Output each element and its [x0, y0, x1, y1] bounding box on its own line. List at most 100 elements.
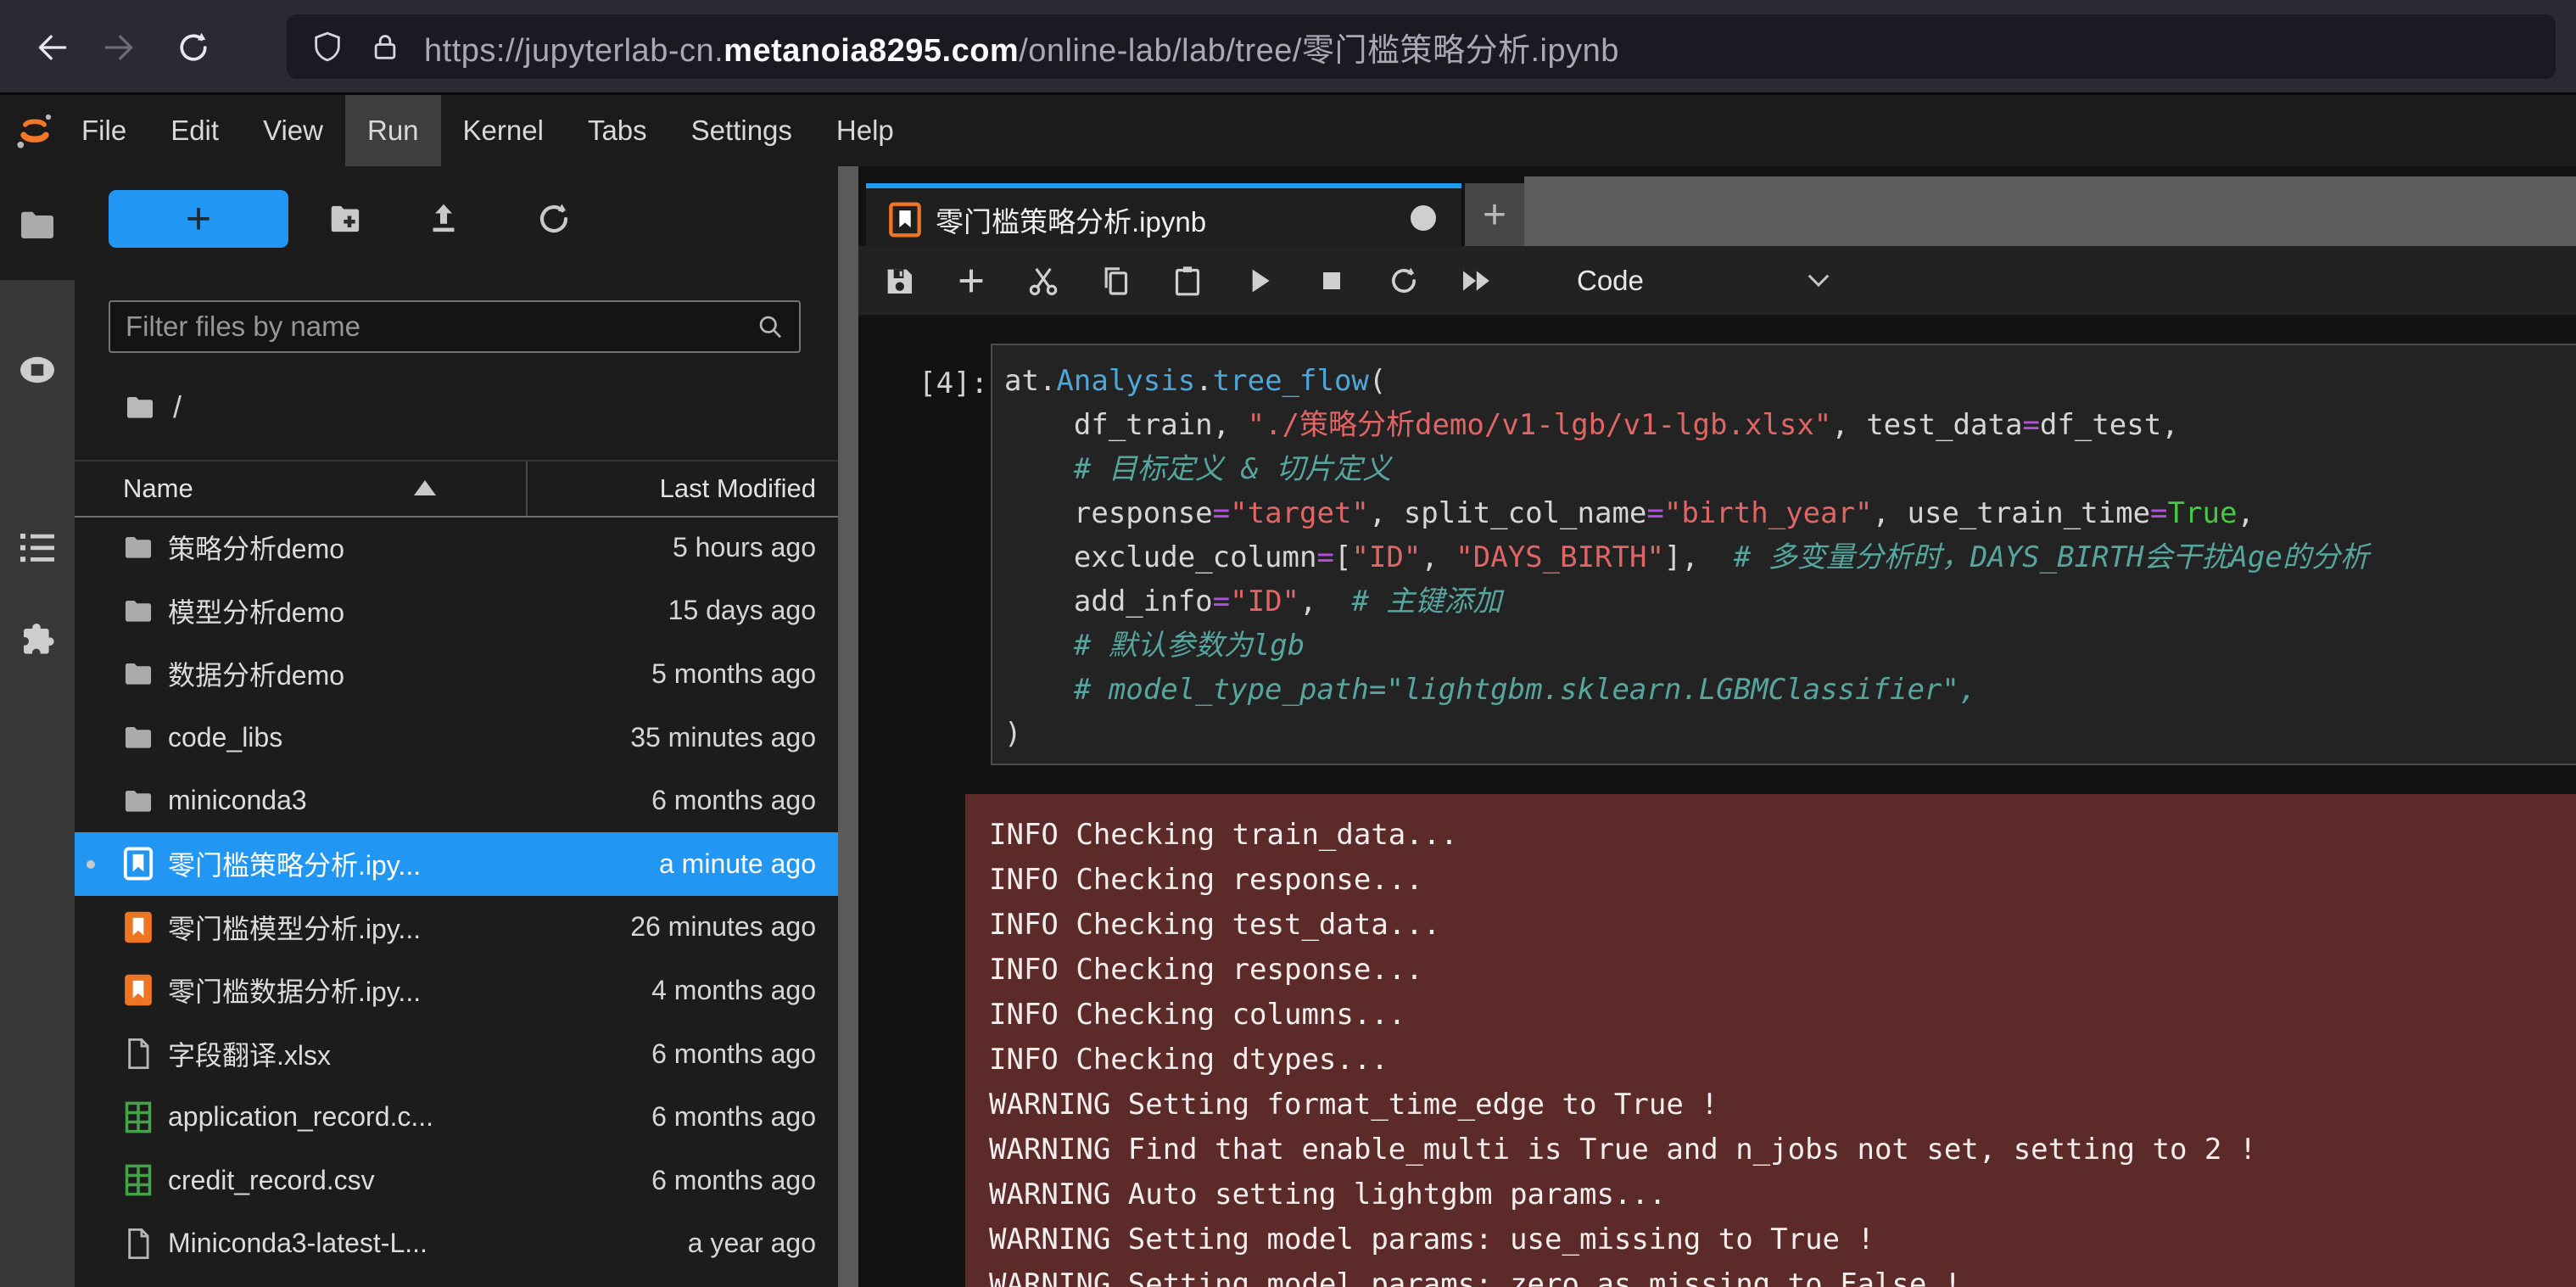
sidebar-tab-extensions[interactable] — [0, 603, 75, 678]
code-line: response="target", split_col_name="birth… — [1004, 491, 2576, 535]
paste-button[interactable] — [1164, 257, 1211, 305]
chevron-down-icon — [1806, 272, 1831, 289]
notebook-tab[interactable]: 零门槛策略分析.ipynb — [866, 183, 1461, 251]
folder-icon — [122, 656, 154, 691]
restart-button[interactable] — [1380, 257, 1428, 305]
puzzle-icon — [17, 620, 58, 661]
sidebar-tab-table-of-contents[interactable] — [0, 510, 75, 585]
tab-dirty-indicator[interactable] — [1411, 205, 1436, 231]
lock-icon[interactable] — [368, 30, 402, 64]
folder-icon — [122, 529, 154, 565]
file-modified: 26 minutes ago — [630, 911, 816, 943]
file-row[interactable]: application_record.c... 6 months ago — [75, 1085, 838, 1149]
code-line: add_info="ID", # 主键添加 — [1004, 579, 2576, 624]
url-domain: metanoia8295.com — [724, 33, 1019, 69]
csv-icon — [122, 1162, 154, 1198]
copy-button[interactable] — [1092, 257, 1139, 305]
code-line: df_train, "./策略分析demo/v1-lgb/v1-lgb.xlsx… — [1004, 403, 2576, 447]
file-modified: a minute ago — [659, 848, 816, 880]
sidebar-tab-running-sessions[interactable] — [0, 333, 75, 407]
file-name: Miniconda3-latest-L... — [168, 1228, 427, 1259]
shield-icon[interactable] — [310, 30, 344, 64]
menu-item-file[interactable]: File — [59, 95, 148, 166]
forward-icon[interactable] — [95, 24, 142, 71]
file-row[interactable]: 零门槛策略分析.ipy... a minute ago — [75, 832, 838, 896]
file-name: 数据分析demo — [168, 654, 344, 693]
output-line: INFO Checking response... — [989, 948, 2576, 993]
menu-item-tabs[interactable]: Tabs — [566, 95, 669, 166]
output-line: WARNING Find that enable_multi is True a… — [989, 1128, 2576, 1172]
refresh-button[interactable] — [530, 195, 578, 243]
code-line: exclude_column=["ID", "DAYS_BIRTH"], # 多… — [1004, 535, 2576, 579]
file-browser-panel: + / Name Last Modified 策略分析demo5 hours a… — [75, 166, 838, 1287]
running-icon — [17, 350, 58, 390]
interrupt-button[interactable] — [1308, 257, 1355, 305]
doc-icon — [122, 1226, 154, 1262]
jupyter-logo-icon — [10, 95, 59, 166]
panel-splitter[interactable] — [838, 166, 858, 1287]
file-modified: a year ago — [688, 1228, 816, 1259]
url-bar[interactable]: https://jupyterlab-cn.metanoia8295.com/o… — [287, 14, 2556, 79]
file-list-header: Name Last Modified — [75, 460, 838, 518]
file-modified: 4 months ago — [651, 975, 816, 1006]
output-line: WARNING Setting model params: use_missin… — [989, 1217, 2576, 1262]
cell-type-select[interactable]: Code — [1577, 265, 1831, 297]
save-button[interactable] — [875, 257, 923, 305]
menu-item-settings[interactable]: Settings — [669, 95, 814, 166]
output-line: INFO Checking train_data... — [989, 813, 2576, 858]
file-row[interactable]: 零门槛数据分析.ipy...4 months ago — [75, 959, 838, 1022]
file-row[interactable]: miniconda36 months ago — [75, 769, 838, 832]
file-row[interactable]: 模型分析demo15 days ago — [75, 579, 838, 643]
insert-cell-button[interactable] — [947, 257, 995, 305]
output-line: INFO Checking dtypes... — [989, 1038, 2576, 1083]
cell-prompt: [4]: — [858, 367, 988, 400]
restart-run-all-button[interactable] — [1452, 257, 1500, 305]
reload-icon[interactable] — [170, 24, 217, 71]
notebook-icon — [888, 201, 922, 238]
code-cell-editor[interactable]: at.Analysis.tree_flow( df_train, "./策略分析… — [991, 344, 2576, 765]
new-launcher-button[interactable]: + — [109, 190, 288, 248]
file-row[interactable]: Miniconda3-latest-L... a year ago — [75, 1212, 838, 1276]
run-button[interactable] — [1236, 257, 1283, 305]
file-row[interactable]: 字段翻译.xlsx6 months ago — [75, 1022, 838, 1086]
menu-item-edit[interactable]: Edit — [148, 95, 241, 166]
notebook-icon — [122, 909, 154, 945]
new-tab-button[interactable]: + — [1465, 183, 1524, 246]
file-row[interactable]: 零门槛模型分析.ipy...26 minutes ago — [75, 896, 838, 960]
notebook-toolbar: Code — [858, 246, 2576, 317]
file-modified: 6 months ago — [651, 1101, 816, 1133]
file-name: miniconda3 — [168, 785, 307, 816]
filter-files-input[interactable] — [110, 310, 755, 344]
breadcrumb-root[interactable]: / — [173, 389, 182, 425]
column-last-modified[interactable]: Last Modified — [660, 473, 816, 504]
output-line: INFO Checking columns... — [989, 993, 2576, 1038]
search-icon — [755, 311, 785, 342]
file-name: 字段翻译.xlsx — [168, 1034, 331, 1073]
sort-asc-icon[interactable] — [414, 480, 436, 495]
back-icon[interactable] — [29, 24, 76, 71]
file-row[interactable]: 策略分析demo5 hours ago — [75, 516, 838, 579]
output-line: INFO Checking response... — [989, 858, 2576, 903]
menu-item-view[interactable]: View — [241, 95, 345, 166]
file-row[interactable]: 数据分析demo5 months ago — [75, 642, 838, 706]
folder-icon — [122, 719, 154, 755]
file-name: application_record.c... — [168, 1101, 433, 1133]
file-name: 策略分析demo — [168, 528, 344, 567]
cut-button[interactable] — [1020, 257, 1067, 305]
file-row[interactable]: code_libs35 minutes ago — [75, 706, 838, 769]
screen: https://jupyterlab-cn.metanoia8295.com/o… — [0, 0, 2576, 1287]
upload-button[interactable] — [420, 195, 467, 243]
main-dock: 零门槛策略分析.ipynb + Code [4]: at.Analysis.tr… — [858, 166, 2576, 1287]
file-name: 零门槛策略分析.ipy... — [168, 844, 421, 883]
menu-item-help[interactable]: Help — [814, 95, 916, 166]
new-folder-button[interactable] — [322, 195, 370, 243]
breadcrumb[interactable]: / — [124, 389, 182, 426]
code-line: at.Analysis.tree_flow( — [1004, 359, 2576, 403]
column-name[interactable]: Name — [123, 473, 193, 504]
notebook-icon — [122, 846, 154, 881]
menu-item-kernel[interactable]: Kernel — [441, 95, 566, 166]
menu-item-run[interactable]: Run — [345, 95, 441, 166]
sidebar-tab-file-browser-active[interactable] — [0, 187, 75, 262]
file-row[interactable]: credit_record.csv6 months ago — [75, 1149, 838, 1212]
folder-icon — [122, 783, 154, 819]
